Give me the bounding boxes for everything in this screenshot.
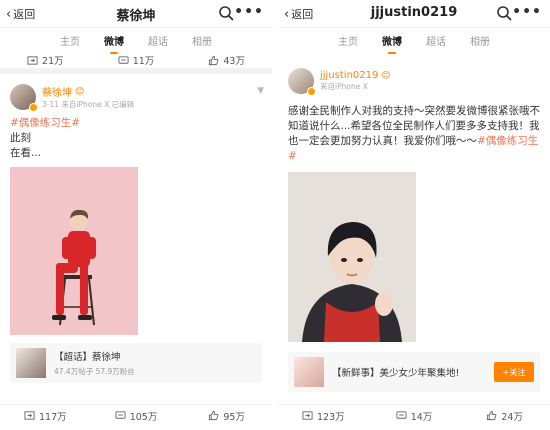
post-text: 感谢全民制作人对我的支持～突然要发微博很紧张哦不知道说什么...希望各位全民制作… xyxy=(288,104,540,164)
tab-super-topic[interactable]: 超话 xyxy=(148,31,168,50)
comment-icon xyxy=(115,411,126,419)
profile-tabs: 主页 微博 超话 相册 xyxy=(278,28,550,54)
comment-icon xyxy=(396,411,407,419)
card-thumbnail xyxy=(294,357,324,387)
more-icon[interactable]: ••• xyxy=(234,4,264,20)
post-author: 蔡徐坤 😊 3-11 来自iPhone X 已编辑 xyxy=(10,82,262,112)
like-button[interactable]: 95万 xyxy=(181,409,272,423)
photo-illustration xyxy=(10,167,138,335)
weibo-post: 蔡徐坤 😊 3-11 来自iPhone X 已编辑 ▼ #偶像练习生# 此刻 在… xyxy=(0,74,272,383)
comment-button[interactable]: 11万 xyxy=(91,53,182,67)
card-subtitle: 47.4万帖子 57.9万粉丝 xyxy=(54,367,135,376)
tab-weibo[interactable]: 微博 xyxy=(382,31,402,54)
tab-album[interactable]: 相册 xyxy=(470,31,490,50)
avatar[interactable] xyxy=(288,68,316,96)
repost-button[interactable]: 21万 xyxy=(0,53,91,67)
card-title: 【新鲜事】美少女少年聚集地! xyxy=(332,368,460,379)
follow-button[interactable]: +关注 xyxy=(494,362,534,382)
repost-count: 123万 xyxy=(317,411,345,423)
tab-weibo[interactable]: 微博 xyxy=(104,31,124,54)
post-photo[interactable] xyxy=(10,167,138,335)
top-nav-bar: ‹ 返回 蔡徐坤 ••• xyxy=(0,0,272,28)
post-photo[interactable] xyxy=(288,172,416,342)
post-text: #偶像练习生# 此刻 在看... xyxy=(10,116,262,161)
post-meta: 来自iPhone X xyxy=(320,82,368,91)
tab-home[interactable]: 主页 xyxy=(338,31,358,50)
screenshot-composite: ‹ 返回 蔡徐坤 ••• 主页 微博 超话 相册 21万 11万 43万 蔡徐坤… xyxy=(0,0,550,430)
tab-album[interactable]: 相册 xyxy=(192,31,212,50)
weibo-post: jjjustin0219 😊 来自iPhone X 感谢全民制作人对我的支持～突… xyxy=(278,52,550,392)
comment-count: 11万 xyxy=(132,56,155,67)
repost-count: 21万 xyxy=(42,56,64,67)
verified-icon xyxy=(29,103,38,112)
previous-post-stats: 21万 11万 43万 xyxy=(0,52,272,74)
repost-icon xyxy=(302,411,313,420)
comment-icon xyxy=(118,55,129,64)
member-badge-icon: 😊 xyxy=(75,86,85,97)
repost-icon xyxy=(24,411,35,420)
author-name: 蔡徐坤 xyxy=(42,88,72,99)
avatar[interactable] xyxy=(10,84,38,112)
verified-icon xyxy=(307,87,316,96)
post-line: 此刻 xyxy=(10,132,31,144)
repost-button[interactable]: 123万 xyxy=(278,409,369,423)
post-line: 在看... xyxy=(10,147,42,159)
like-icon xyxy=(487,410,497,421)
profile-tabs: 主页 微博 超话 相册 xyxy=(0,28,272,54)
repost-count: 117万 xyxy=(39,411,67,423)
post-author: jjjustin0219 😊 来自iPhone X xyxy=(288,66,540,96)
topic-card[interactable]: 【新鲜事】美少女少年聚集地! +关注 xyxy=(288,352,540,392)
super-topic-card[interactable]: 【超话】蔡徐坤 47.4万帖子 57.9万粉丝 xyxy=(10,343,262,383)
like-count: 24万 xyxy=(501,411,523,423)
search-icon[interactable] xyxy=(218,5,234,21)
tab-super-topic[interactable]: 超话 xyxy=(426,31,446,50)
comment-count: 105万 xyxy=(129,411,158,423)
comment-button[interactable]: 105万 xyxy=(91,409,182,423)
card-thumbnail xyxy=(16,348,46,378)
like-count: 43万 xyxy=(223,56,245,67)
more-icon[interactable]: ••• xyxy=(512,4,542,20)
like-button[interactable]: 24万 xyxy=(459,409,550,423)
post-meta: 3-11 来自iPhone X 已编辑 xyxy=(42,100,135,109)
right-weibo-page: ‹ 返回 jjjustin0219 ••• 主页 微博 超话 相册 jjjust… xyxy=(278,0,550,430)
author-name-row[interactable]: 蔡徐坤 😊 xyxy=(42,84,134,100)
comment-button[interactable]: 14万 xyxy=(369,409,460,423)
like-icon xyxy=(209,410,219,421)
tab-home[interactable]: 主页 xyxy=(60,31,80,50)
post-action-bar: 123万 14万 24万 xyxy=(278,404,550,426)
search-icon[interactable] xyxy=(496,5,512,21)
post-action-bar: 117万 105万 95万 xyxy=(0,404,272,426)
dropdown-icon[interactable]: ▼ xyxy=(257,86,264,96)
author-name-row[interactable]: jjjustin0219 😊 xyxy=(320,70,391,81)
author-name: jjjustin0219 xyxy=(320,70,379,81)
like-icon xyxy=(209,55,219,65)
like-button[interactable]: 43万 xyxy=(181,53,272,67)
left-weibo-page: ‹ 返回 蔡徐坤 ••• 主页 微博 超话 相册 21万 11万 43万 蔡徐坤… xyxy=(0,0,272,430)
top-nav-bar: ‹ 返回 jjjustin0219 ••• xyxy=(278,0,550,28)
repost-icon xyxy=(27,55,38,65)
photo-illustration xyxy=(288,172,416,342)
repost-button[interactable]: 117万 xyxy=(0,409,91,423)
hashtag-link[interactable]: #偶像练习生# xyxy=(10,116,262,131)
card-title: 【超话】蔡徐坤 xyxy=(54,352,121,363)
like-count: 95万 xyxy=(223,411,245,423)
member-badge-icon: 😊 xyxy=(381,70,391,81)
comment-count: 14万 xyxy=(410,411,433,423)
